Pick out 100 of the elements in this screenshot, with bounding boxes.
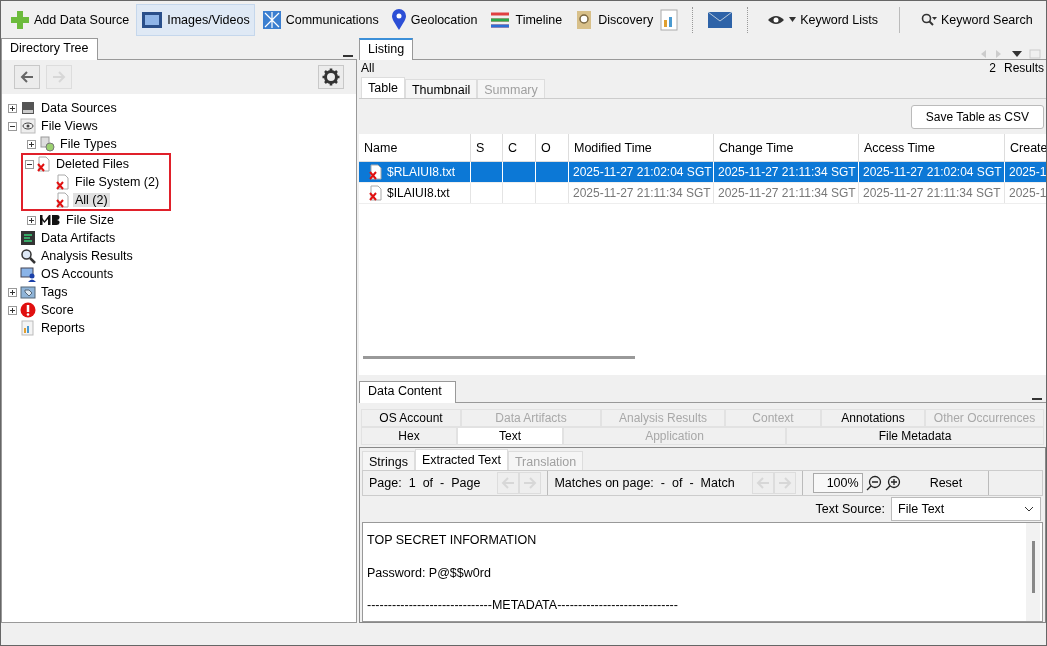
column-header[interactable]: Name [359,134,471,161]
viewer-tab[interactable]: Hex [361,427,457,445]
keyword-lists-button[interactable]: Keyword Lists [762,3,883,36]
match-number: - [660,476,665,490]
tree-item[interactable]: File Types [58,137,119,151]
column-header[interactable]: Access Time [859,134,1005,161]
column-header[interactable]: Change Time [714,134,859,161]
chart-document-icon [660,8,679,31]
documents-icon [39,136,55,152]
column-header[interactable]: S [471,134,503,161]
toolbar-button[interactable]: Timeline [484,3,568,36]
deleted-file-icon [56,174,70,190]
page-unit: Page [451,476,481,490]
toolbar-button[interactable]: Add Data Source [5,3,135,36]
toolbar-button[interactable]: Images/Videos [136,3,255,36]
tree-item[interactable]: File Views [39,119,100,133]
deleted-file-icon [369,185,383,201]
table-cell: 2025-11-27 21:11:34 SGT [718,165,856,179]
toolbar-button[interactable]: Discovery [569,3,659,36]
results-label: Results [1004,61,1044,75]
tab-controls-icon [980,49,1042,59]
panel-tab[interactable]: Directory Tree [1,38,98,60]
match-unit: Match [700,476,735,490]
table-row[interactable]: $RLAIUI8.txt 2025-11-27 21:02:04 SGT 2025-11-27 21:11:34 SGT 2025-11-27 21:02:04 SGT 2025-1 [359,162,1046,183]
table-cell: 2025-1 [1009,165,1046,179]
zoom-out-icon [865,475,882,491]
collapse-toggle[interactable] [8,121,17,131]
save-csv-button[interactable]: Save Table as CSV [910,105,1044,129]
panel-tab[interactable]: Data Content [359,381,456,403]
scrollbar-thumb[interactable] [363,356,635,359]
plus-icon [10,9,30,30]
page-number: 1 [408,476,416,490]
text-view-tab[interactable]: Strings [362,451,415,470]
tree-item[interactable]: All (2) [73,193,110,207]
file-name: $RLAIUI8.txt [387,165,456,179]
tree-item[interactable]: Tags [39,285,70,299]
zoom-field[interactable]: 100% [812,473,863,493]
collapse-toggle[interactable] [25,159,34,169]
viewer-tab[interactable]: Text [457,427,563,445]
expand-toggle[interactable] [8,287,17,297]
viewer-tab[interactable]: OS Account [361,409,461,427]
viewer-tab[interactable]: Annotations [821,409,925,427]
tree-item[interactable]: File Size [64,213,116,227]
tree-item[interactable]: Reports [39,321,87,335]
table-cell: 2025-11-27 21:02:04 SGT [863,165,1002,179]
minimize-icon [1032,398,1042,402]
tree-item[interactable]: Data Sources [39,101,119,115]
expand-toggle[interactable] [27,139,36,149]
zoom-in-icon [884,475,901,491]
exclamation-icon [20,302,36,318]
keyword-search-button[interactable]: Keyword Search [915,3,1038,36]
caret-icon [789,17,797,22]
path-label: All [361,61,375,75]
text-line: ------------------------------METADATA----------------------------- [367,598,678,614]
panel-tab[interactable]: Listing [359,38,414,60]
view-tab[interactable]: Table [361,77,405,98]
toolbar-button[interactable]: Geolocation [385,3,483,36]
toolbar-button[interactable]: Communications [256,3,384,36]
report-icon [20,320,36,336]
deleted-file-icon [37,156,51,172]
matches-label: Matches on page: [554,476,654,490]
search-icon [20,248,36,264]
table-cell: 2025-11-27 21:11:34 SGT [718,186,856,200]
column-header[interactable]: O [536,134,569,161]
column-header[interactable]: Modified Time [569,134,714,161]
network-icon [261,9,282,30]
picture-frame-icon [141,9,164,30]
text-view-tab[interactable]: Extracted Text [414,449,508,470]
viewer-tab[interactable]: File Metadata [786,427,1044,445]
reset-button[interactable]: Reset [909,476,983,490]
table-cell: 2025-11-27 21:02:04 SGT [573,165,712,179]
drive-icon [20,100,36,116]
of-label: of [672,476,683,490]
envelope-icon [707,10,734,29]
settings-button[interactable] [318,65,344,89]
tree-item[interactable]: Score [39,303,76,317]
tree-item[interactable]: Data Artifacts [39,231,118,245]
table-row[interactable]: $ILAIUI8.txt 2025-11-27 21:11:34 SGT 2025-11-27 21:11:34 SGT 2025-11-27 21:11:34 SGT 2025-1 [359,183,1046,204]
tree-item[interactable]: OS Accounts [39,267,116,281]
back-button[interactable] [14,65,40,89]
computer-user-icon [20,266,36,282]
page-total: - [440,476,445,490]
map-pin-icon [390,8,407,31]
expand-toggle[interactable] [27,215,36,225]
tag-folder-icon [20,284,36,300]
result-count: 2 [989,61,996,75]
settings-icon [322,68,340,86]
page-label: Page: [369,476,402,490]
table-cell: 2025-11-27 21:11:34 SGT [573,186,711,200]
scrollbar-thumb[interactable] [1032,541,1035,593]
expand-toggle[interactable] [8,103,17,113]
view-tab[interactable]: Thumbnail [404,79,478,98]
column-header[interactable]: C [503,134,536,161]
tree-item[interactable]: Deleted Files [54,157,131,171]
tree-item[interactable]: File System (2) [73,175,162,189]
expand-toggle[interactable] [8,305,17,315]
text-line: Password: P@$$w0rd [367,565,492,582]
tree-item[interactable]: Analysis Results [39,249,135,263]
eye-icon [20,118,36,134]
text-source-dropdown[interactable]: File Text [891,497,1041,521]
